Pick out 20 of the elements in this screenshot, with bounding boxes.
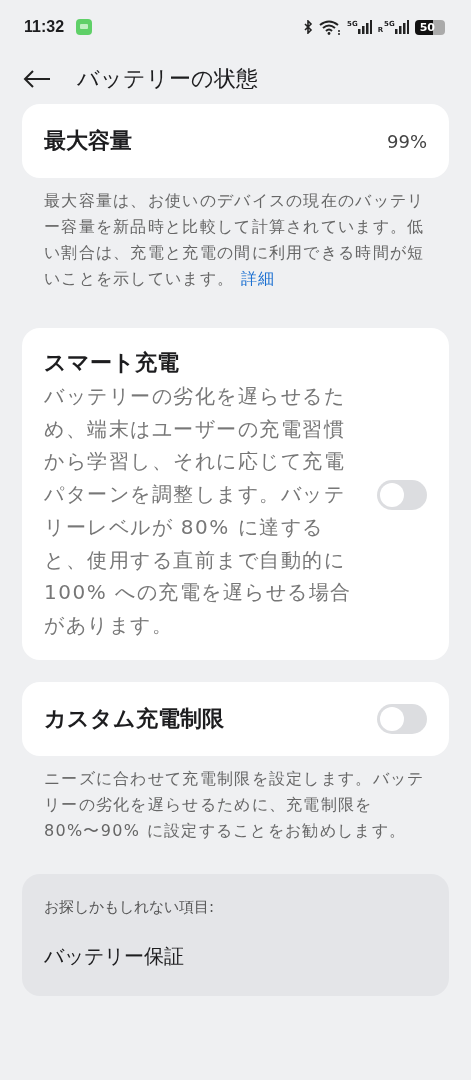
max-capacity-label: 最大容量 [44,127,132,155]
max-capacity-value: 99% [387,130,427,152]
custom-limit-note: ニーズに合わせて充電制限を設定します。バッテリーの劣化を遅らせるために、充電制限を 80%〜90% に設定することをお勧めします。 [44,767,426,842]
message-icon [76,19,93,35]
custom-limit-title: カスタム充電制限 [44,704,224,733]
page-title: バッテリーの状態 [77,65,258,93]
status-time: 11:32 [24,18,65,36]
details-link[interactable]: 詳細 [240,269,276,288]
wifi-icon [319,19,342,35]
max-capacity-note: 最大容量は、お使いのデバイスの現在のバッテリー容量を新品時と比較して計算されています。低い割合は、充電と充電の間に利用できる時間が短いことを示しています。 詳細 [44,190,426,290]
smart-charging-title: スマート充電 [44,349,180,377]
suggestions-heading: お探しかもしれない項目: [44,897,216,917]
suggestion-item[interactable]: バッテリー保証 [44,942,427,970]
toggle-switch[interactable] [377,703,427,734]
bluetooth-icon [303,20,314,34]
signal-icon [357,20,372,34]
toggle-switch[interactable] [377,479,427,510]
back-arrow-icon[interactable] [23,69,51,89]
signal-icon [394,20,409,34]
smart-charging-description: バッテリーの劣化を遅らせるため、端末はユーザーの充電習慣から学習し、それに応じて充電パターンを調整します。バッテリーレベルが 80% に達すると、使用する直前まで自動的に 100% への充電を遅らせる場合があります。 [44,383,353,639]
